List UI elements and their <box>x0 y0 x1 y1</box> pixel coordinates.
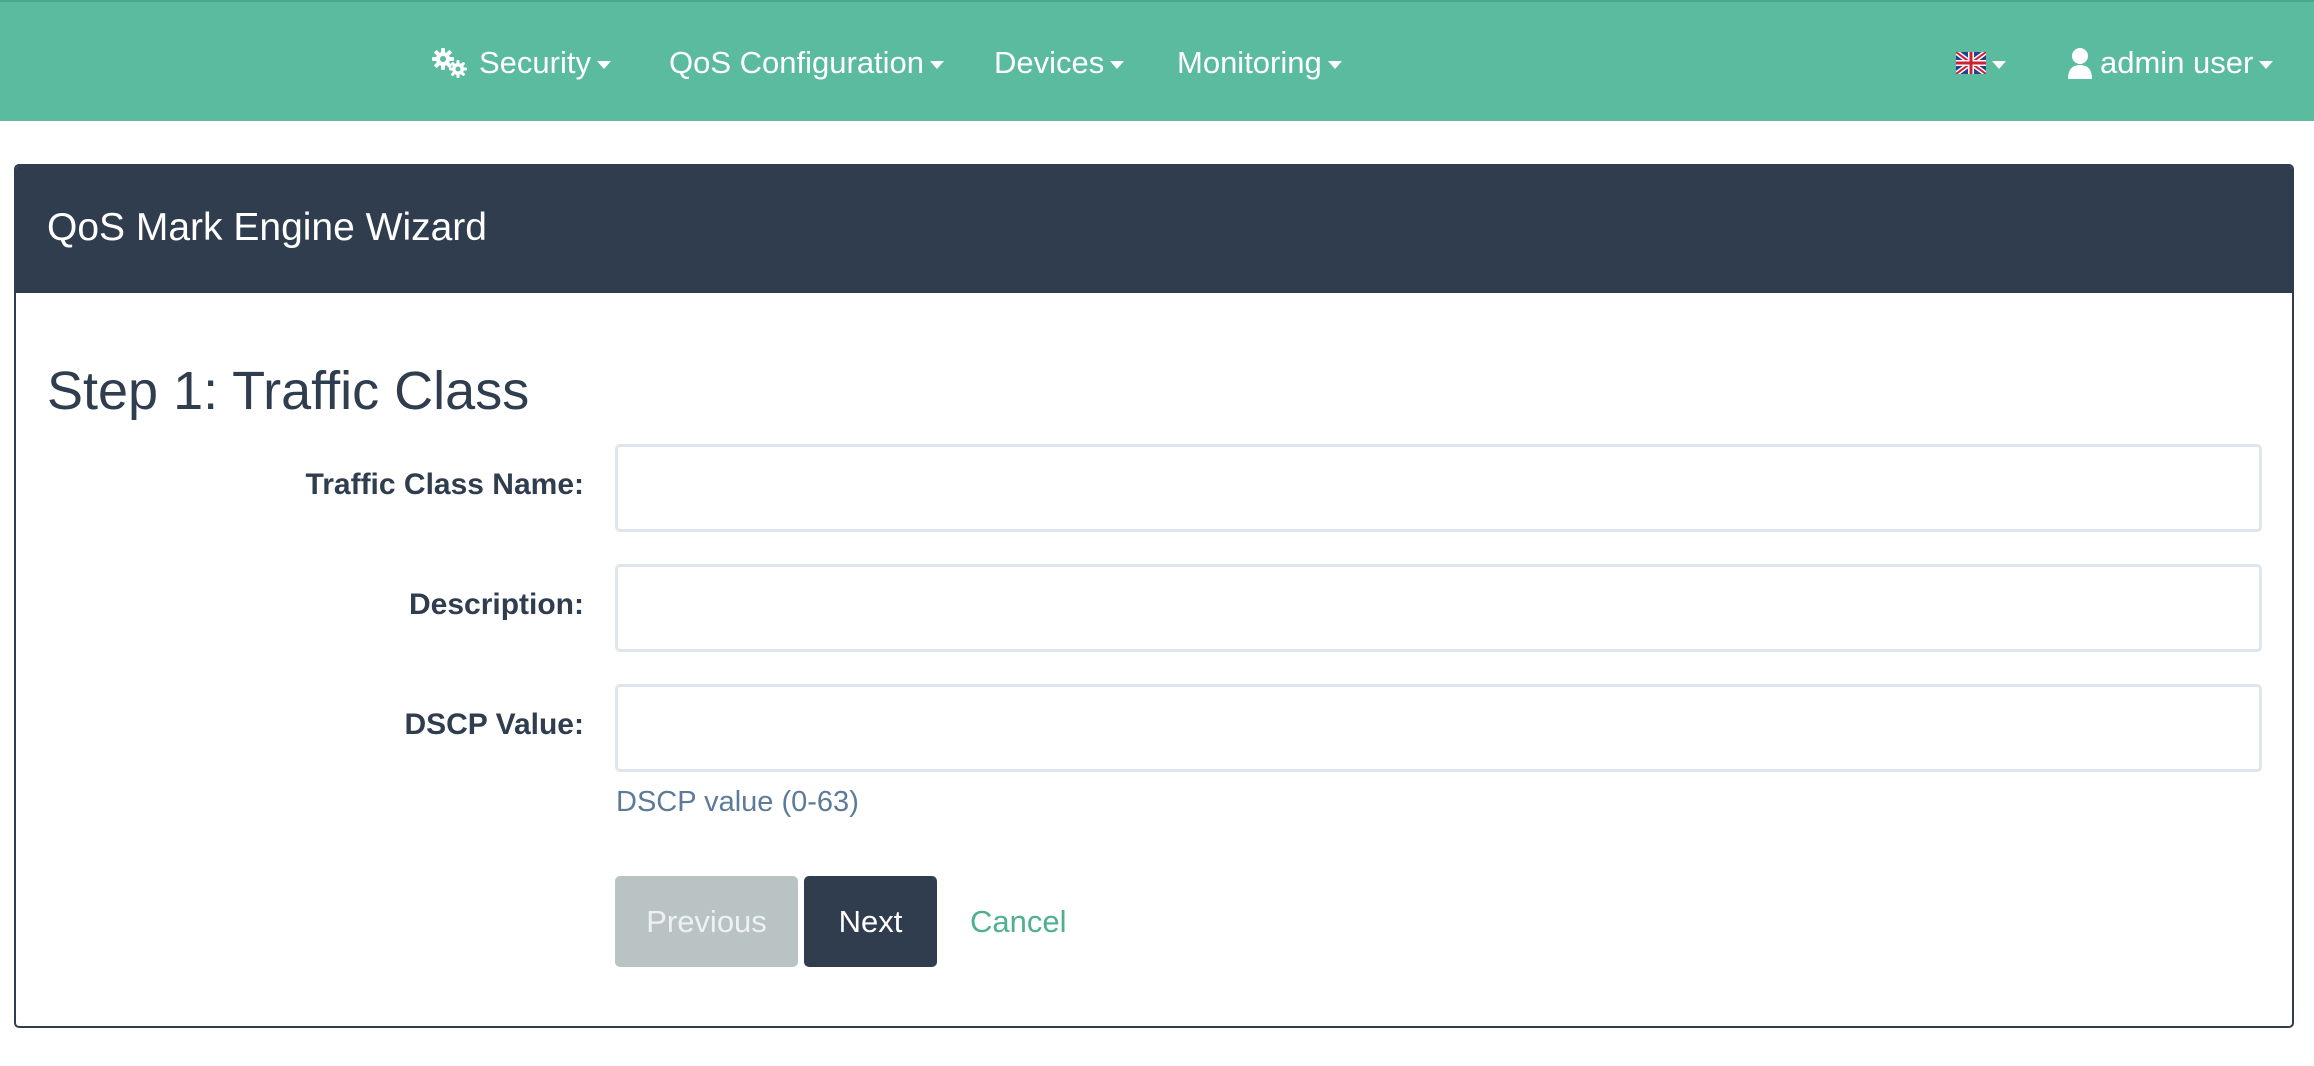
dscp-help-text: DSCP value (0-63) <box>616 786 859 818</box>
nav-qos-configuration-menu[interactable]: QoS Configuration <box>669 2 945 123</box>
traffic-class-name-label: Traffic Class Name: <box>305 468 584 501</box>
top-navbar: Security QoS Configuration Devices Monit… <box>0 0 2314 121</box>
description-label: Description: <box>408 588 584 621</box>
wizard-panel: QoS Mark Engine Wizard Step 1: Traffic C… <box>14 164 2294 1028</box>
gears-icon <box>431 47 469 79</box>
nav-qos-configuration-label: QoS Configuration <box>669 44 925 80</box>
cancel-link[interactable]: Cancel <box>964 876 1074 967</box>
user-menu-label: admin user <box>2100 44 2254 80</box>
nav-security-menu[interactable]: Security <box>431 2 611 123</box>
chevron-down-icon <box>930 60 945 69</box>
wizard-panel-header: QoS Mark Engine Wizard <box>16 166 2292 293</box>
chevron-down-icon <box>2259 60 2274 69</box>
wizard-title: QoS Mark Engine Wizard <box>47 206 487 249</box>
nav-devices-menu[interactable]: Devices <box>994 2 1125 123</box>
user-menu[interactable]: admin user <box>2068 2 2274 123</box>
dscp-value-input[interactable] <box>615 684 2262 772</box>
uk-flag-icon <box>1956 51 1986 74</box>
dscp-value-label: DSCP Value: <box>404 708 584 741</box>
nav-monitoring-menu[interactable]: Monitoring <box>1177 2 1342 123</box>
chevron-down-icon <box>1327 60 1342 69</box>
step-title: Step 1: Traffic Class <box>47 361 530 421</box>
user-icon <box>2068 47 2092 79</box>
traffic-class-name-input[interactable] <box>615 444 2262 532</box>
next-button[interactable]: Next <box>804 876 937 967</box>
language-menu[interactable] <box>1956 2 2006 123</box>
nav-devices-label: Devices <box>994 44 1105 80</box>
chevron-down-icon <box>1110 60 1125 69</box>
chevron-down-icon <box>1992 60 2006 69</box>
chevron-down-icon <box>596 60 611 69</box>
nav-monitoring-label: Monitoring <box>1177 44 1322 80</box>
previous-button[interactable]: Previous <box>615 876 798 967</box>
description-input[interactable] <box>615 564 2262 652</box>
nav-security-label: Security <box>479 44 591 80</box>
